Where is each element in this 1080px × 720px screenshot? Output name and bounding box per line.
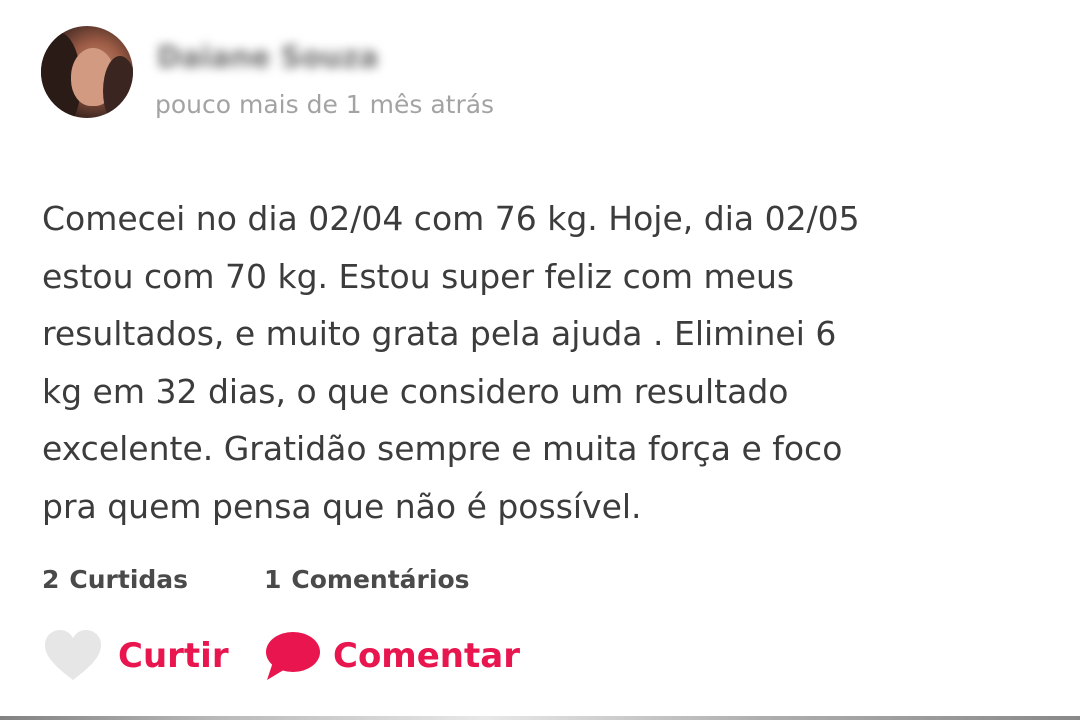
post-body-line: estou com 70 kg. Estou super feliz com m… [42,256,795,296]
post-body-line: excelente. Gratidão sempre e muita força… [42,429,843,468]
comment-button-label: Comentar [333,636,520,676]
testimonial-post: Daiane Souza pouco mais de 1 mês atrás C… [0,0,1080,720]
speech-bubble-icon [265,630,321,682]
post-body-line: pra quem pensa que não é possível. [42,486,642,526]
like-button-label: Curtir [118,636,229,676]
post-body-line: kg em 32 dias, o que considero um result… [42,371,789,411]
comments-number: 1 [264,565,282,594]
likes-count[interactable]: 2 Curtidas [42,565,188,594]
likes-number: 2 [42,565,60,594]
comment-button[interactable]: Comentar [265,626,520,686]
post-body: Comecei no dia 02/04 com 76 kg. Hoje, di… [42,190,1042,535]
comments-count[interactable]: 1 Comentários [264,565,470,594]
bottom-divider [0,716,1080,720]
comments-label: Comentários [291,565,470,594]
post-body-line: Comecei no dia 02/04 com 76 kg. Hoje, di… [42,199,860,238]
avatar[interactable] [41,26,133,118]
heart-icon [44,630,102,682]
post-body-line: resultados, e muito grata pela ajuda . E… [42,314,837,353]
like-button[interactable]: Curtir [44,626,229,686]
post-timestamp: pouco mais de 1 mês atrás [155,90,495,119]
author-name[interactable]: Daiane Souza [157,40,378,74]
likes-label: Curtidas [69,565,189,594]
